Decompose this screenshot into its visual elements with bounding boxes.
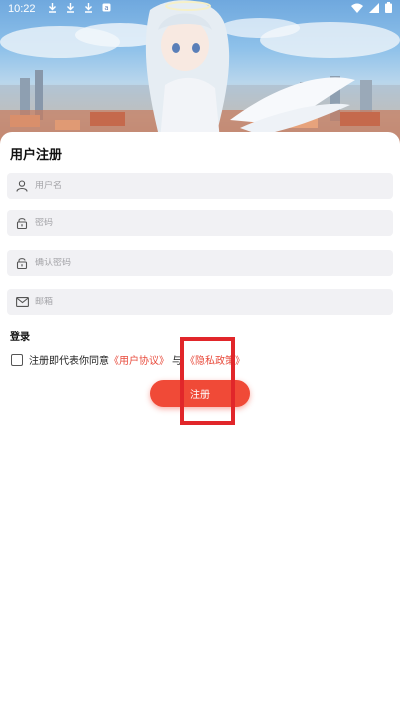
user-icon xyxy=(15,179,29,193)
notification-icons: a xyxy=(48,2,111,16)
wifi-icon xyxy=(351,3,363,16)
app-icon: a xyxy=(102,3,111,15)
password-input[interactable] xyxy=(35,218,365,228)
username-input[interactable] xyxy=(35,181,365,191)
download-icon xyxy=(48,2,57,16)
agreement-and: 与 xyxy=(172,356,182,367)
register-button[interactable]: 注册 xyxy=(150,380,250,407)
download-icon xyxy=(84,2,93,16)
svg-text:a: a xyxy=(104,4,108,12)
confirm-password-input[interactable] xyxy=(35,258,365,268)
privacy-policy-link[interactable]: 《隐私政策》 xyxy=(185,352,245,367)
user-agreement-link[interactable]: 《用户协议》 xyxy=(109,352,169,367)
password-field[interactable] xyxy=(7,210,393,236)
email-field[interactable] xyxy=(7,289,393,315)
system-icons xyxy=(351,2,392,16)
lock-icon xyxy=(15,216,29,230)
mail-icon xyxy=(15,295,29,309)
header-illustration xyxy=(0,0,400,150)
download-icon xyxy=(66,2,75,16)
page-title: 用户注册 xyxy=(10,148,63,163)
agreement-row: 注册即代表你同意 《用户协议》 与 《隐私政策》 xyxy=(11,352,245,367)
status-bar: 10:22 a xyxy=(0,0,400,18)
register-sheet: 用户注册 登录 注册即代表你同意 《用户协议》 与 《隐私政策》 注册 xyxy=(0,132,400,711)
battery-icon xyxy=(385,2,392,16)
header-artwork xyxy=(0,0,400,150)
signal-icon xyxy=(369,2,379,16)
username-field[interactable] xyxy=(7,173,393,199)
confirm-password-field[interactable] xyxy=(7,250,393,276)
login-link[interactable]: 登录 xyxy=(10,328,30,343)
lock-icon xyxy=(15,256,29,270)
status-time: 10:22 xyxy=(8,3,36,15)
agreement-checkbox[interactable] xyxy=(11,353,23,366)
email-input[interactable] xyxy=(35,297,365,307)
agreement-prefix: 注册即代表你同意 xyxy=(29,356,109,367)
